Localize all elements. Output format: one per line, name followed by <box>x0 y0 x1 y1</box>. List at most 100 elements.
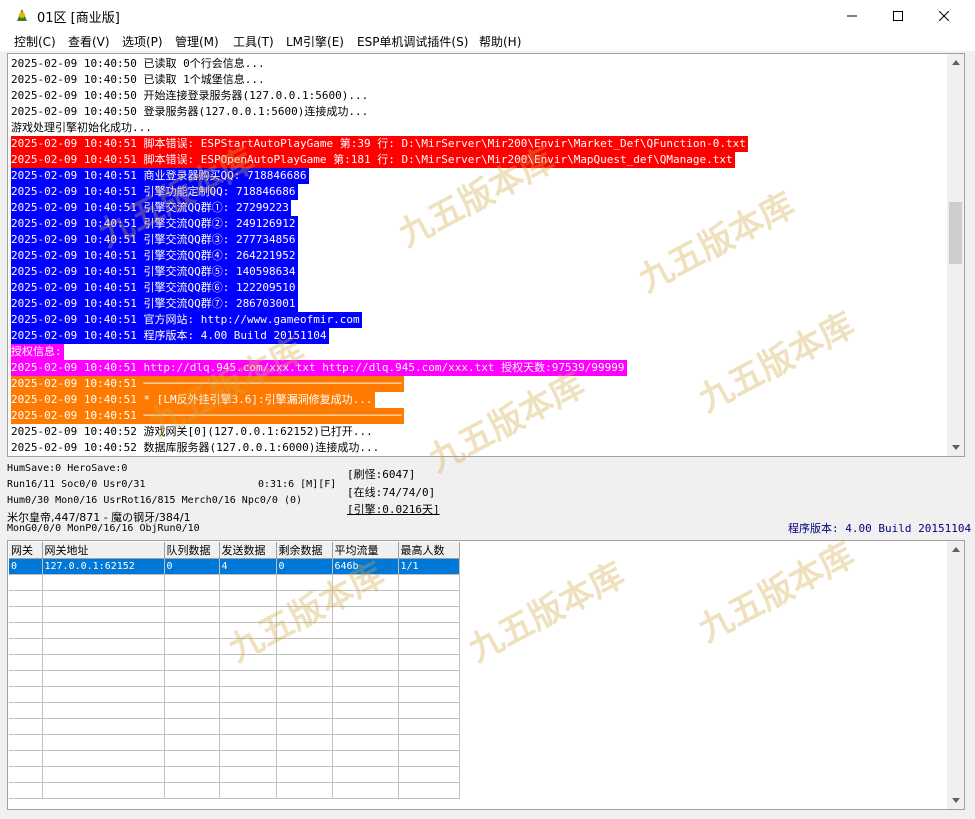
status-monstats: MonG0/0/0 MonP0/16/16 ObjRun0/10 <box>7 523 200 534</box>
scroll-down-arrow[interactable] <box>947 439 964 456</box>
gateway-table: 网关 网关地址 队列数据 发送数据 剩余数据 平均流量 最高人数 0 127.0.… <box>9 542 460 799</box>
table-row[interactable] <box>9 750 460 767</box>
log-line: 2025-02-09 10:40:51 http://dlq.945.com/x… <box>11 360 627 376</box>
table-cell <box>398 654 460 671</box>
table-cell <box>276 782 333 799</box>
grid-scrollbar[interactable] <box>947 541 964 809</box>
log-line: 2025-02-09 10:40:51 引擎交流QQ群⑥: 122209510 <box>11 280 298 296</box>
table-cell <box>276 718 333 735</box>
table-cell <box>219 622 277 639</box>
table-cell <box>276 574 333 591</box>
table-cell <box>398 702 460 719</box>
log-line: 游戏处理引擎初始化成功... <box>11 121 152 134</box>
table-row[interactable] <box>9 574 460 591</box>
log-panel[interactable]: 2025-02-09 10:40:50 已读取 0个行会信息... 2025-02… <box>7 53 965 457</box>
table-cell <box>219 702 277 719</box>
col-sent[interactable]: 发送数据 <box>219 542 277 559</box>
table-cell <box>219 782 277 799</box>
table-cell <box>164 670 220 687</box>
table-cell <box>276 670 333 687</box>
table-cell <box>42 734 165 751</box>
log-line: 2025-02-09 10:40:51 * [LM反外挂引擎3.6]:引擎漏洞修… <box>11 392 375 408</box>
grid-scroll-up-arrow[interactable] <box>947 541 964 558</box>
log-line: 2025-02-09 10:40:50 开始连接登录服务器(127.0.0.1:… <box>11 89 369 102</box>
menu-tools[interactable]: 工具(T) <box>233 33 274 50</box>
table-cell <box>276 734 333 751</box>
col-address[interactable]: 网关地址 <box>42 542 165 559</box>
maximize-button[interactable] <box>875 0 921 31</box>
chevron-up-icon <box>951 547 960 552</box>
table-cell <box>332 750 399 767</box>
col-avg-traffic[interactable]: 平均流量 <box>332 542 399 559</box>
maximize-icon <box>893 10 903 21</box>
table-cell <box>276 702 333 719</box>
table-cell <box>398 590 460 607</box>
table-cell: 0 <box>9 558 43 575</box>
status-counts: Hum0/30 Mon0/16 UsrRot16/815 Merch0/16 N… <box>7 495 303 506</box>
table-cell <box>9 782 43 799</box>
table-cell <box>276 590 333 607</box>
table-row[interactable] <box>9 670 460 687</box>
table-row[interactable] <box>9 718 460 735</box>
menu-esp-debug[interactable]: ESP单机调试插件(S) <box>357 33 468 50</box>
table-cell <box>276 766 333 783</box>
table-row[interactable]: 0 127.0.0.1:62152 0 4 0 646b 1/1 <box>9 558 460 575</box>
menu-view[interactable]: 查看(V) <box>68 33 110 50</box>
table-row[interactable] <box>9 782 460 799</box>
table-cell <box>219 718 277 735</box>
table-cell <box>42 766 165 783</box>
table-cell <box>9 750 43 767</box>
col-remaining[interactable]: 剩余数据 <box>276 542 333 559</box>
table-row[interactable] <box>9 686 460 703</box>
table-cell <box>332 590 399 607</box>
grid-body: 0 127.0.0.1:62152 0 4 0 646b 1/1 <box>9 558 460 799</box>
table-row[interactable] <box>9 622 460 639</box>
table-cell <box>398 718 460 735</box>
table-row[interactable] <box>9 734 460 751</box>
table-row[interactable] <box>9 590 460 607</box>
table-cell <box>42 574 165 591</box>
menu-manage[interactable]: 管理(M) <box>175 33 219 50</box>
log-scrollbar[interactable] <box>947 54 964 456</box>
log-line: 2025-02-09 10:40:52 数据库服务器(127.0.0.1:600… <box>11 441 380 454</box>
table-cell <box>276 686 333 703</box>
status-engine: [引擎:0.0216天] <box>347 503 440 516</box>
scroll-thumb[interactable] <box>949 202 962 264</box>
col-max-users[interactable]: 最高人数 <box>398 542 460 559</box>
table-cell <box>398 638 460 655</box>
table-row[interactable] <box>9 638 460 655</box>
table-cell <box>164 638 220 655</box>
table-row[interactable] <box>9 702 460 719</box>
table-cell <box>164 574 220 591</box>
title-bar[interactable]: 01区 [商业版] <box>0 0 975 31</box>
menu-control[interactable]: 控制(C) <box>14 33 56 50</box>
close-button[interactable] <box>921 0 967 31</box>
grid-scroll-down-arrow[interactable] <box>947 792 964 809</box>
table-cell <box>9 670 43 687</box>
gateway-grid[interactable]: 网关 网关地址 队列数据 发送数据 剩余数据 平均流量 最高人数 0 127.0.… <box>7 540 965 810</box>
table-row[interactable] <box>9 766 460 783</box>
log-line: 2025-02-09 10:40:51 引擎交流QQ群④: 264221952 <box>11 248 298 264</box>
table-row[interactable] <box>9 654 460 671</box>
chevron-up-icon <box>951 60 960 65</box>
table-cell: 646b <box>332 558 399 575</box>
minimize-button[interactable] <box>829 0 875 31</box>
table-cell: 1/1 <box>398 558 460 575</box>
table-cell <box>332 574 399 591</box>
app-icon <box>17 9 27 21</box>
table-cell <box>42 718 165 735</box>
table-cell <box>42 622 165 639</box>
scroll-up-arrow[interactable] <box>947 54 964 71</box>
menu-options[interactable]: 选项(P) <box>122 33 163 50</box>
col-queue[interactable]: 队列数据 <box>164 542 220 559</box>
log-line: 2025-02-09 10:40:51 引擎功能定制QQ: 718846686 <box>11 184 298 200</box>
window-title: 01区 [商业版] <box>37 11 120 26</box>
table-cell <box>276 654 333 671</box>
menu-lm-engine[interactable]: LM引擎(E) <box>286 33 344 50</box>
table-cell <box>219 574 277 591</box>
table-cell <box>332 654 399 671</box>
table-row[interactable] <box>9 606 460 623</box>
menu-help[interactable]: 帮助(H) <box>479 33 521 50</box>
table-cell <box>164 606 220 623</box>
col-gateway[interactable]: 网关 <box>9 542 43 559</box>
